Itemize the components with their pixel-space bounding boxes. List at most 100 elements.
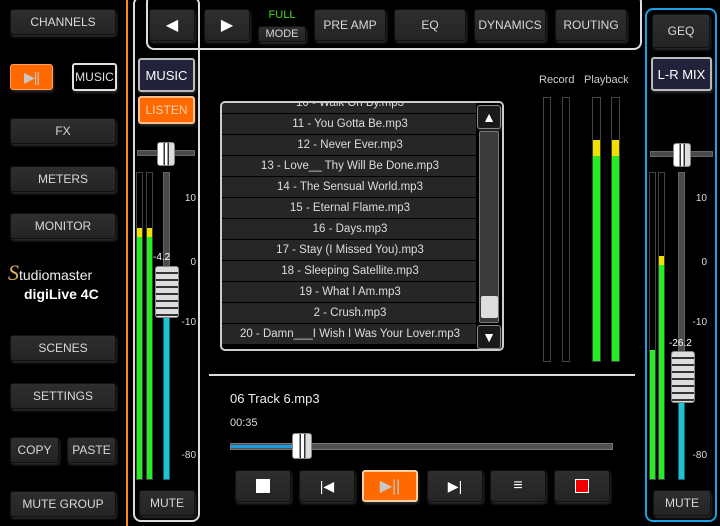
track-title: 06 Track 6.mp3: [230, 391, 320, 406]
meter-fill: [612, 140, 619, 361]
playback-meter-right: [611, 97, 620, 362]
previous-track-button[interactable]: |◀: [299, 470, 355, 502]
record-button[interactable]: [554, 470, 610, 502]
tab-routing[interactable]: ROUTING: [555, 9, 627, 41]
track-time: 00:35: [230, 417, 258, 429]
arrow-right-icon: ▶: [220, 17, 234, 34]
next-channel-button[interactable]: ▶: [204, 9, 250, 41]
play-pause-nav-button[interactable]: ▶||: [10, 64, 53, 90]
music-channel-name[interactable]: MUSIC: [138, 58, 195, 92]
playlist-item[interactable]: 20 - Damn___I Wish I Was Your Lover.mp3: [222, 324, 478, 345]
playlist-item[interactable]: 13 - Love__ Thy Will Be Done.mp3: [222, 156, 478, 177]
music-fader-value: -4.2: [153, 252, 171, 263]
meter-fill: [137, 228, 142, 479]
arrow-down-icon: ▼: [482, 329, 496, 345]
playlist-item[interactable]: 16 - Days.mp3: [222, 219, 478, 240]
section-divider: [126, 0, 128, 526]
stop-icon: [256, 479, 270, 493]
menu-icon: ≡: [513, 477, 523, 494]
play-pause-icon: ▶||: [379, 478, 401, 495]
record-meter-right: [562, 97, 570, 362]
scroll-thumb[interactable]: [481, 296, 498, 318]
next-track-button[interactable]: ▶|: [427, 470, 483, 502]
music-meter-left: [136, 172, 143, 480]
playlist[interactable]: 10 - Walk On By.mp3 11 - You Gotta Be.mp3…: [220, 101, 504, 351]
scale-label: -80: [692, 450, 707, 461]
meter-fill: [593, 140, 600, 361]
playlist-item[interactable]: 18 - Sleeping Satellite.mp3: [222, 261, 478, 282]
skip-forward-icon: ▶|: [447, 477, 463, 494]
stop-button[interactable]: [235, 470, 291, 502]
playlist-item[interactable]: 2 - Crush.mp3: [222, 303, 478, 324]
seek-knob[interactable]: [291, 433, 312, 459]
channels-button[interactable]: CHANNELS: [10, 9, 116, 35]
pan-knob[interactable]: [157, 142, 175, 166]
playlist-item[interactable]: 14 - The Sensual World.mp3: [222, 177, 478, 198]
lr-fader-knob[interactable]: [671, 351, 695, 403]
meter-fill: [650, 350, 655, 479]
arrow-up-icon: ▲: [482, 109, 496, 125]
monitor-button[interactable]: MONITOR: [10, 213, 116, 239]
music-nav-button[interactable]: MUSIC: [72, 63, 117, 91]
play-pause-button[interactable]: ▶||: [362, 470, 418, 502]
playback-label: Playback: [584, 74, 629, 86]
music-fader-level: [163, 290, 170, 480]
scroll-down-button[interactable]: ▼: [477, 325, 501, 349]
meter-fill: [659, 255, 664, 479]
record-icon: [575, 479, 589, 493]
mute-group-button[interactable]: MUTE GROUP: [10, 491, 116, 517]
scale-label: 0: [701, 257, 707, 268]
scale-label: -10: [181, 317, 196, 328]
playlist-item[interactable]: 19 - What I Am.mp3: [222, 282, 478, 303]
mode-state: FULL: [268, 9, 296, 21]
scenes-button[interactable]: SCENES: [10, 335, 116, 361]
seek-progress: [231, 445, 296, 448]
playback-meter-left: [592, 97, 601, 362]
tab-dynamics[interactable]: DYNAMICS: [474, 9, 546, 41]
scale-label: -10: [692, 317, 707, 328]
meter-fill: [147, 228, 152, 479]
copy-button[interactable]: COPY: [10, 437, 59, 463]
playlist-scrollbar[interactable]: ▲ ▼: [476, 103, 502, 349]
music-meter-right: [146, 172, 153, 480]
playlist-menu-button[interactable]: ≡: [490, 470, 546, 502]
music-mute-button[interactable]: MUTE: [139, 490, 195, 516]
record-meter-left: [543, 97, 551, 362]
settings-button[interactable]: SETTINGS: [10, 383, 116, 409]
paste-button[interactable]: PASTE: [67, 437, 116, 463]
scroll-track[interactable]: [479, 131, 499, 323]
balance-knob[interactable]: [673, 143, 691, 167]
brand-logo: S tudiomaster digiLive 4C: [8, 260, 120, 308]
scale-label: 10: [184, 193, 196, 204]
lr-fader-value: -26.2: [669, 338, 692, 349]
scroll-up-button[interactable]: ▲: [477, 105, 501, 129]
scale-label: -80: [181, 450, 196, 461]
product-name: digiLive 4C: [24, 286, 99, 302]
mode-button[interactable]: MODE: [258, 26, 306, 42]
playlist-item[interactable]: 10 - Walk On By.mp3: [222, 103, 478, 114]
meters-button[interactable]: METERS: [10, 166, 116, 192]
playlist-item[interactable]: 17 - Stay (I Missed You).mp3: [222, 240, 478, 261]
lr-mute-button[interactable]: MUTE: [653, 490, 711, 516]
playlist-item[interactable]: 11 - You Gotta Be.mp3: [222, 114, 478, 135]
music-fader-knob[interactable]: [155, 266, 179, 318]
listen-button[interactable]: LISTEN: [138, 96, 195, 124]
tab-eq[interactable]: EQ: [394, 9, 466, 41]
scale-label: 0: [190, 257, 196, 268]
lr-meter-left: [649, 172, 656, 480]
record-label: Record: [539, 74, 575, 86]
geq-button[interactable]: GEQ: [652, 14, 710, 48]
brand-s-glyph: S: [8, 260, 19, 285]
tab-pre-amp[interactable]: PRE AMP: [314, 9, 386, 41]
playlist-item[interactable]: 12 - Never Ever.mp3: [222, 135, 478, 156]
lr-meter-right: [658, 172, 665, 480]
playlist-item[interactable]: 15 - Eternal Flame.mp3: [222, 198, 478, 219]
play-pause-icon: ▶||: [23, 68, 40, 85]
brand-name: tudiomaster: [19, 267, 93, 283]
lr-fader-level: [678, 400, 685, 480]
scale-label: 10: [695, 193, 707, 204]
lr-mix-channel-name[interactable]: L-R MIX: [651, 57, 712, 91]
skip-back-icon: |◀: [319, 477, 335, 494]
player-divider: [209, 374, 635, 376]
fx-button[interactable]: FX: [10, 118, 116, 144]
